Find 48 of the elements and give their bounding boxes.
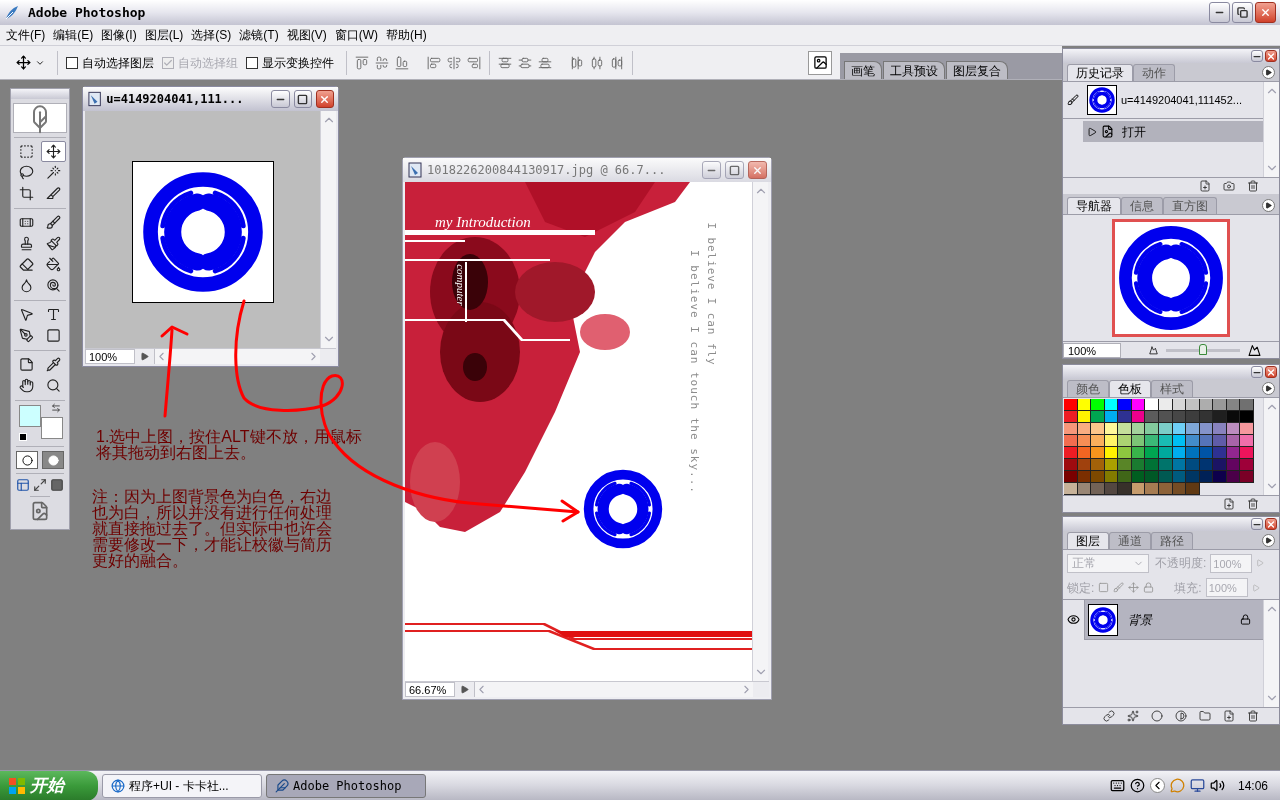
- checkbox-label: 自动选择组: [178, 54, 238, 72]
- zoom-field[interactable]: 100%: [1063, 342, 1121, 358]
- palette-tab[interactable]: 动作: [1133, 64, 1175, 81]
- palette-tab[interactable]: 历史记录: [1067, 64, 1133, 81]
- menu-item[interactable]: 图层(L): [140, 26, 188, 44]
- palette-tab[interactable]: 信息: [1121, 197, 1163, 214]
- menu-item[interactable]: 选择(S): [187, 26, 236, 44]
- document-title: u=4149204041,111...: [106, 91, 245, 108]
- window-title: Adobe Photoshop: [28, 3, 146, 22]
- menu-item[interactable]: 编辑(E): [49, 26, 98, 44]
- palette-tab[interactable]: 画笔: [844, 61, 882, 79]
- palette-tab[interactable]: 图层复合: [946, 61, 1008, 79]
- layer-row[interactable]: 背景: [1063, 600, 1263, 640]
- document-title: 1018226200844130917.jpg @ 66.7...: [427, 162, 667, 179]
- opacity-label: 不透明度:: [1155, 555, 1207, 572]
- checkbox-label: 自动选择图层: [82, 54, 154, 72]
- artwork-text: computer: [454, 264, 466, 306]
- menu-item[interactable]: 窗口(W): [330, 26, 382, 44]
- artwork-text: my Introduction: [435, 215, 531, 230]
- clock: 14:06: [1237, 777, 1268, 795]
- history-state-label: 打开: [1122, 123, 1146, 141]
- palette-tab[interactable]: 图层: [1067, 532, 1109, 549]
- artwork-text: I believe I can touch the sky...: [688, 250, 700, 494]
- layer-name: 背景: [1128, 611, 1154, 629]
- fill-label: 填充:: [1174, 579, 1202, 597]
- palette-tab[interactable]: 色板: [1109, 380, 1151, 397]
- menu-item[interactable]: 帮助(H): [382, 26, 431, 44]
- menu-item[interactable]: 文件(F): [2, 26, 50, 44]
- lock-label: 锁定:: [1067, 579, 1095, 597]
- palette-tab[interactable]: 直方图: [1163, 197, 1217, 214]
- taskbar-button[interactable]: Adobe Photoshop: [266, 773, 426, 798]
- palette-tab[interactable]: 工具预设: [883, 61, 945, 79]
- menu-item[interactable]: 视图(V): [282, 26, 331, 44]
- annotation-text: 注：因为上图背景色为白色，右边也为白，所以并没有进行任何处理就直接拖过去了。但实际中也许会需要修改一下，才能让校徽与简历更好的融合。: [92, 489, 333, 569]
- zoom-field[interactable]: 100%: [85, 349, 135, 364]
- snapshot-label[interactable]: u=4149204041,111452...: [1121, 91, 1243, 109]
- palette-tab[interactable]: 颜色: [1067, 380, 1109, 397]
- taskbar-button[interactable]: 程序+UI - 卡卡社...: [102, 773, 262, 798]
- menu-item[interactable]: 滤镜(T): [235, 26, 283, 44]
- artwork-text: I believe I can fly: [705, 222, 717, 366]
- palette-tab[interactable]: 样式: [1151, 380, 1193, 397]
- history-state[interactable]: 打开: [1063, 121, 1263, 142]
- zoom-field[interactable]: 66.67%: [405, 682, 455, 697]
- palette-tab[interactable]: 导航器: [1067, 197, 1121, 214]
- palette-tab[interactable]: 通道: [1109, 532, 1151, 549]
- checkbox-label: 显示变换控件: [262, 54, 334, 72]
- menu-item[interactable]: 图像(I): [97, 26, 141, 44]
- palette-tab[interactable]: 路径: [1151, 532, 1193, 549]
